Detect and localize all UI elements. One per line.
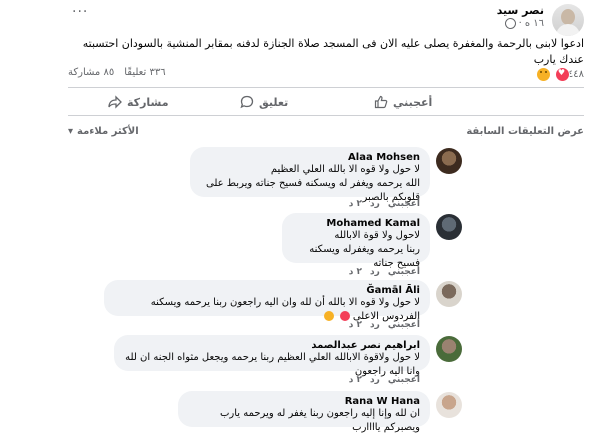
comment-button[interactable]: تعليق <box>240 95 288 109</box>
view-previous-comments-link[interactable]: عرض التعليقات السابقة <box>466 126 584 137</box>
share-arrow-icon <box>108 95 122 109</box>
comment-author[interactable]: Mohamed Kamal <box>292 218 420 229</box>
comment-text: لا حول ولا قوه الا بالله أن لله وان اليه… <box>150 297 420 322</box>
comment-like-button[interactable]: أعجبني <box>388 199 420 209</box>
comment-reply-button[interactable]: رد <box>370 375 380 385</box>
comment-bubble: Ğamāl Āli لا حول ولا قوه الا بالله أن لل… <box>104 280 430 322</box>
stats-divider <box>68 87 584 88</box>
comments-count[interactable]: ٣٣٦ تعليقًا <box>124 67 165 78</box>
avatar-face <box>561 9 575 25</box>
comment-avatar[interactable] <box>436 281 462 307</box>
comment-bubble: Alaa Mohsen لا حول ولا قوه الا بالله الع… <box>190 147 430 203</box>
share-label: مشاركة <box>127 95 169 109</box>
comment-author[interactable]: Rana W Hana <box>188 396 420 407</box>
comment-reply-button[interactable]: رد <box>370 199 380 209</box>
comment-bubble: Mohamed Kamal لاحول ولا قوة الابالله ربن… <box>282 213 430 269</box>
comment-time[interactable]: ٢ د <box>349 267 362 277</box>
comment-meta: ٢ د رد أعجبني <box>349 375 420 385</box>
comment-sort-dropdown[interactable]: ▾ الأكثر ملاءمة <box>68 126 139 137</box>
chevron-down-icon: ▾ <box>68 126 74 137</box>
post-stats: ٤٤٨ ٨٥ مشاركة ٣٣٦ تعليقًا <box>68 67 584 85</box>
comment-time[interactable]: ٢ د <box>349 375 362 385</box>
comment-like-button[interactable]: أعجبني <box>388 320 420 330</box>
thumbs-up-icon <box>374 95 388 109</box>
comment-avatar[interactable] <box>436 392 462 418</box>
comment-author[interactable]: ابراهيم نصر عبدالصمد <box>124 340 420 351</box>
engagement-counts: ٨٥ مشاركة ٣٣٦ تعليقًا <box>68 67 166 78</box>
reactions-count: ٤٤٨ <box>567 69 584 80</box>
comment-bubble: ابراهيم نصر عبدالصمد لا حول ولاقوة الابا… <box>114 335 430 377</box>
shares-count[interactable]: ٨٥ مشاركة <box>68 67 114 78</box>
comment-like-button[interactable]: أعجبني <box>388 375 420 385</box>
comment-bubble: Rana W Hana ان لله وإنا إليه راجعون ربنا… <box>178 391 430 433</box>
comment-bubble-icon <box>240 95 254 109</box>
post-dot: · <box>518 18 522 29</box>
post-time[interactable]: ١٦ ه <box>525 18 544 29</box>
share-button[interactable]: مشاركة <box>108 95 169 109</box>
comment-text-line: لاحول ولا قوة الابالله <box>334 230 420 241</box>
comment-meta: ٢ د رد أعجبني <box>349 199 420 209</box>
comment-avatar[interactable] <box>436 214 462 240</box>
author-avatar[interactable] <box>552 4 584 36</box>
sort-label: الأكثر ملاءمة <box>77 126 139 137</box>
comment-label: تعليق <box>259 95 289 109</box>
comment-text-line: لا حول ولا قوه الا بالله العلي العظيم <box>270 164 420 175</box>
comment-time[interactable]: ٢ د <box>349 199 362 209</box>
globe-icon <box>504 18 516 29</box>
comment-meta: ٢ د رد أعجبني <box>349 320 420 330</box>
comment-author[interactable]: Ğamāl Āli <box>114 285 420 296</box>
sad-reaction-icon <box>535 67 551 82</box>
like-button[interactable]: أعجبني <box>374 95 432 109</box>
post-author-name[interactable]: نصر سيد <box>497 4 544 17</box>
reactions-summary[interactable]: ٤٤٨ <box>535 67 584 82</box>
avatar-body <box>556 24 580 36</box>
more-options-button[interactable]: ... <box>72 0 88 16</box>
comment-reply-button[interactable]: رد <box>370 320 380 330</box>
actions-divider <box>68 115 584 116</box>
post-text: ادعوا لابنى بالرحمة والمغفرة يصلى عليه ا… <box>82 37 584 66</box>
comment-like-button[interactable]: أعجبني <box>388 267 420 277</box>
comment-avatar[interactable] <box>436 148 462 174</box>
comment-meta: ٢ د رد أعجبني <box>349 267 420 277</box>
comment-avatar[interactable] <box>436 336 462 362</box>
post-meta: · ١٦ ه <box>504 18 544 29</box>
comment-author[interactable]: Alaa Mohsen <box>200 152 420 163</box>
crying-emoji-icon <box>324 311 335 321</box>
comment-text-line: ان لله وإنا إليه راجعون ربنا يغفر له وير… <box>219 408 420 433</box>
comment-reply-button[interactable]: رد <box>370 267 380 277</box>
like-label: أعجبني <box>393 95 433 109</box>
comment-time[interactable]: ٢ د <box>349 320 362 330</box>
love-reaction-icon <box>554 67 570 82</box>
